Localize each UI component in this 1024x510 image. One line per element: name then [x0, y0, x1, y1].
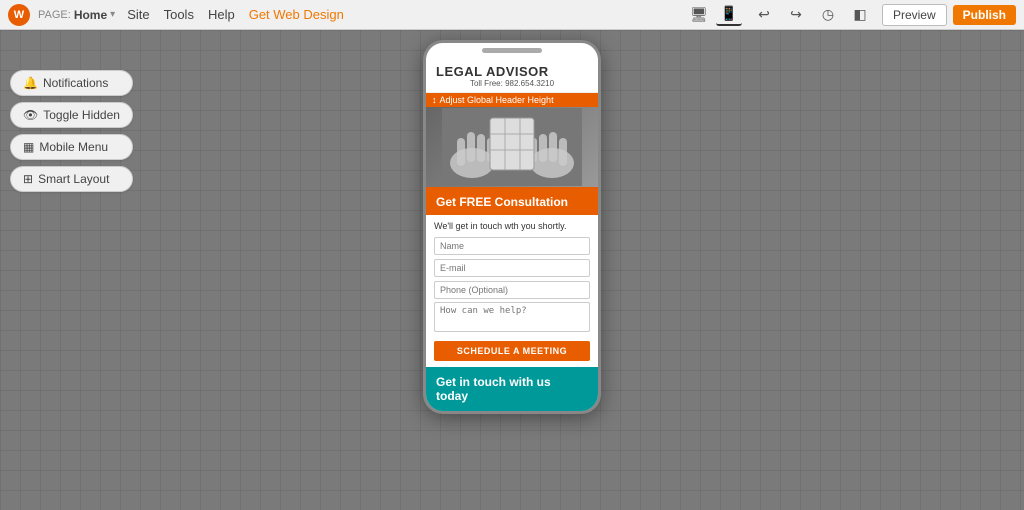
mobile-frame: LEGAL ADVISOR Toll Free: 982.654.3210 ↕ …: [423, 40, 601, 414]
layout-icon: ⊞: [23, 172, 33, 186]
nav-help[interactable]: Help: [208, 7, 235, 22]
hero-svg: [442, 108, 582, 186]
notifications-button[interactable]: 🔔 Notifications: [10, 70, 133, 96]
redo-button[interactable]: ↪: [784, 3, 808, 27]
toolbar-actions: ↩ ↪ ◷ ◧: [752, 3, 872, 27]
name-input[interactable]: [434, 237, 590, 255]
consultation-title: Get FREE Consultation: [436, 195, 588, 209]
preview-button[interactable]: Preview: [882, 4, 947, 26]
layers-button[interactable]: ◧: [848, 3, 872, 27]
hero-image: [426, 107, 598, 187]
nav-site[interactable]: Site: [127, 7, 149, 22]
canvas: 🔔 Notifications 👁 Toggle Hidden ▦ Mobile…: [0, 30, 1024, 510]
page-name: Home: [74, 8, 107, 22]
email-input[interactable]: [434, 259, 590, 277]
nav-get-web-design[interactable]: Get Web Design: [249, 7, 344, 22]
toggle-hidden-button[interactable]: 👁 Toggle Hidden: [10, 102, 133, 128]
page-selector[interactable]: PAGE: Home ▾: [38, 8, 115, 22]
app-logo: W: [8, 4, 30, 26]
resize-icon: ↕: [432, 95, 437, 105]
page-label: PAGE:: [38, 9, 71, 21]
smart-layout-button[interactable]: ⊞ Smart Layout: [10, 166, 133, 192]
mobile-menu-button[interactable]: ▦ Mobile Menu: [10, 134, 133, 160]
schedule-button[interactable]: SCHEDULE A MEETING: [434, 341, 590, 361]
history-button[interactable]: ◷: [816, 3, 840, 27]
publish-button[interactable]: Publish: [953, 5, 1016, 25]
site-header: LEGAL ADVISOR Toll Free: 982.654.3210: [426, 58, 598, 93]
get-in-touch-section: Get in touch with us today: [426, 367, 598, 411]
site-logo: LEGAL ADVISOR: [436, 64, 588, 79]
eye-icon: 👁: [23, 108, 38, 122]
get-in-touch-line1: Get in touch with us: [436, 375, 588, 389]
phone-input[interactable]: [434, 281, 590, 299]
phone-notch: [482, 48, 542, 53]
toolbar: W PAGE: Home ▾ Site Tools Help Get Web D…: [0, 0, 1024, 30]
mobile-view-button[interactable]: 📱: [716, 4, 742, 26]
site-phone: Toll Free: 982.654.3210: [436, 79, 588, 88]
bell-icon: 🔔: [23, 76, 38, 90]
toolbar-nav: Site Tools Help Get Web Design: [127, 7, 344, 22]
message-input[interactable]: [434, 302, 590, 332]
get-in-touch-line2: today: [436, 389, 588, 403]
consult-description: We'll get in touch wth you shortly.: [434, 221, 590, 231]
desktop-view-button[interactable]: 🖥: [686, 4, 712, 26]
left-panel: 🔔 Notifications 👁 Toggle Hidden ▦ Mobile…: [10, 70, 133, 192]
chevron-down-icon: ▾: [110, 9, 115, 20]
device-switcher: 🖥 📱: [686, 4, 742, 26]
toolbar-right: Preview Publish: [882, 4, 1016, 26]
consultation-section: Get FREE Consultation: [426, 187, 598, 215]
site-hero: [426, 107, 598, 187]
consultation-body: We'll get in touch wth you shortly. SCHE…: [426, 215, 598, 367]
nav-tools[interactable]: Tools: [164, 7, 194, 22]
undo-button[interactable]: ↩: [752, 3, 776, 27]
menu-icon: ▦: [23, 140, 34, 154]
header-adjust-bar[interactable]: ↕ Adjust Global Header Height: [426, 93, 598, 107]
